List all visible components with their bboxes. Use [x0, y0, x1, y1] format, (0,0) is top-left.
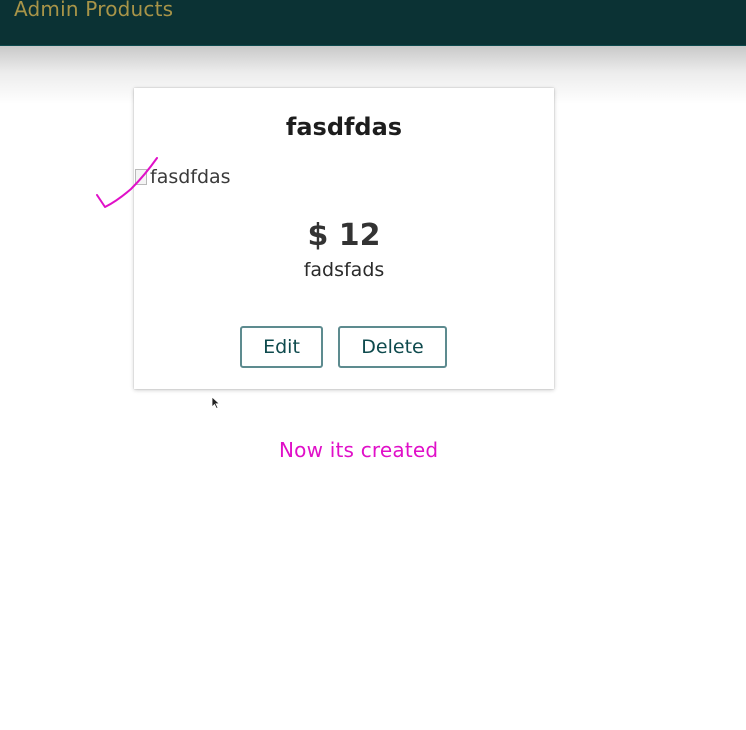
annotation-text: Now its created: [279, 438, 439, 462]
top-navbar: Admin Products: [0, 0, 746, 46]
product-card: fasdfdas fasdfdas $ 12 fadsfads Edit Del…: [134, 88, 554, 389]
cursor-arrow-icon: [211, 396, 221, 410]
delete-button[interactable]: Delete: [338, 326, 447, 368]
nav-admin-products-link[interactable]: Admin Products: [14, 0, 173, 21]
edit-button[interactable]: Edit: [240, 326, 323, 368]
product-price: $ 12: [307, 218, 381, 253]
checkmark-icon: [96, 157, 158, 208]
product-description: fadsfads: [303, 259, 385, 281]
product-title: fasdfdas: [285, 113, 403, 141]
